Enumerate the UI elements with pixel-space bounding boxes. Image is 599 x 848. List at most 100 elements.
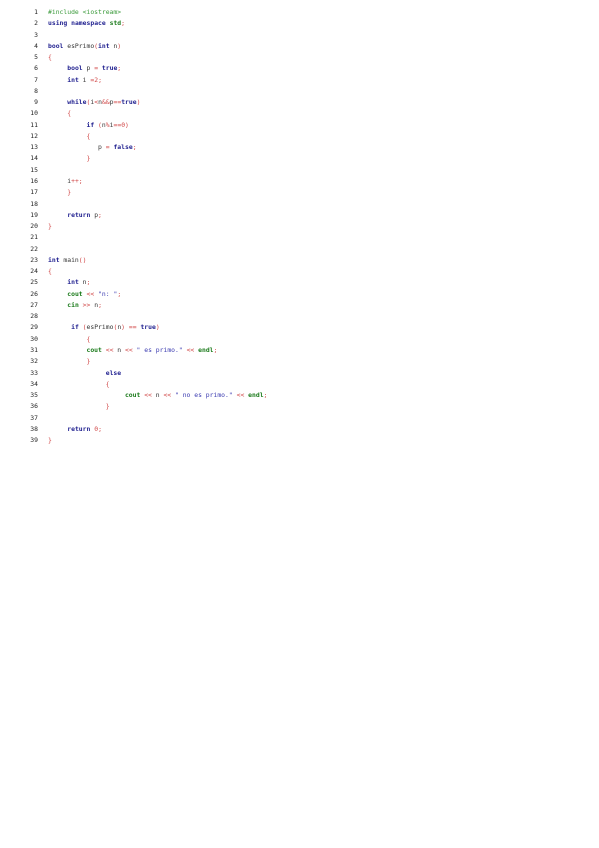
line-number: 22 bbox=[30, 244, 38, 253]
line-number: 6 bbox=[34, 64, 38, 73]
line-number: 31 bbox=[30, 345, 38, 354]
code-line: 32 } bbox=[26, 356, 267, 367]
code-text: int i =2; bbox=[48, 75, 102, 86]
code-token: ) bbox=[125, 120, 129, 129]
code-line: 11 if (n%i==0) bbox=[26, 120, 267, 131]
code-token: false bbox=[113, 143, 133, 152]
line-number: 16 bbox=[30, 176, 38, 185]
code-line: 27 cin >> n; bbox=[26, 300, 267, 311]
code-text: bool esPrimo(int n) bbox=[48, 41, 121, 52]
code-line: 30 { bbox=[26, 334, 267, 345]
code-token: true bbox=[101, 64, 118, 73]
code-token: cin bbox=[67, 300, 79, 309]
code-token: p bbox=[82, 64, 95, 73]
code-token: n bbox=[151, 391, 164, 400]
code-token: && bbox=[101, 98, 110, 107]
code-line: 22 bbox=[26, 244, 267, 255]
code-line: 8 bbox=[26, 86, 267, 97]
code-text: { bbox=[48, 131, 90, 142]
code-text: cout << n << " es primo." << endl; bbox=[48, 345, 217, 356]
code-token: n bbox=[113, 345, 125, 354]
line-number: 4 bbox=[34, 41, 38, 50]
code-text: else bbox=[48, 368, 121, 379]
code-text: } bbox=[48, 435, 52, 446]
code-token: " no es primo." bbox=[175, 391, 233, 400]
line-number: 33 bbox=[30, 368, 38, 377]
code-token: ; bbox=[263, 391, 268, 400]
code-line: 12 { bbox=[26, 131, 267, 142]
line-number: 10 bbox=[30, 109, 38, 118]
code-token: int bbox=[98, 41, 110, 50]
line-number: 1 bbox=[34, 8, 38, 16]
code-line: 31 cout << n << " es primo." << endl; bbox=[26, 345, 267, 356]
code-line: 29 if (esPrimo(n) == true) bbox=[26, 322, 267, 333]
code-token: } bbox=[86, 154, 91, 163]
code-token: ; bbox=[98, 75, 102, 84]
code-token: } bbox=[48, 222, 52, 231]
code-text: cout << "n: "; bbox=[48, 289, 121, 300]
code-text: { bbox=[48, 266, 52, 277]
code-token: { bbox=[105, 379, 110, 388]
code-line: 19 return p; bbox=[26, 210, 267, 221]
code-line: 34 { bbox=[26, 379, 267, 390]
code-line: 4 bool esPrimo(int n) bbox=[26, 41, 267, 52]
line-number: 5 bbox=[34, 53, 38, 62]
code-token: } bbox=[48, 436, 52, 445]
code-token: namespace bbox=[71, 19, 106, 28]
code-text: cout << n << " no es primo." << endl; bbox=[48, 390, 267, 401]
code-text: if (esPrimo(n) == true) bbox=[48, 322, 160, 333]
code-token: n bbox=[78, 278, 87, 287]
code-token: bool bbox=[48, 41, 64, 50]
code-token: cout bbox=[86, 345, 102, 354]
line-number: 20 bbox=[30, 222, 38, 231]
code-line: 21 bbox=[26, 232, 267, 243]
code-token: } bbox=[86, 357, 91, 366]
code-text: cin >> n; bbox=[48, 300, 102, 311]
code-token: cout bbox=[124, 391, 141, 400]
code-text: } bbox=[48, 153, 90, 164]
code-text: while(i<n&&p==true) bbox=[48, 97, 140, 108]
code-token: endl bbox=[198, 345, 214, 354]
code-token: { bbox=[86, 131, 91, 140]
code-line: 26 cout << "n: "; bbox=[26, 289, 267, 300]
code-text: } bbox=[48, 187, 71, 198]
code-line: 1 #include <iostream> bbox=[26, 7, 267, 18]
code-line: 18 bbox=[26, 199, 267, 210]
line-number: 14 bbox=[30, 154, 38, 163]
line-number: 7 bbox=[34, 75, 38, 84]
code-text: { bbox=[48, 334, 90, 345]
code-token: i bbox=[48, 176, 72, 185]
code-text: return p; bbox=[48, 210, 102, 221]
code-line: 35 cout << n << " no es primo." << endl; bbox=[26, 390, 267, 401]
line-number: 39 bbox=[30, 436, 38, 445]
line-number: 35 bbox=[30, 391, 38, 400]
code-token: ) bbox=[117, 41, 122, 50]
line-number: 15 bbox=[30, 165, 38, 174]
code-token: std bbox=[109, 19, 122, 28]
code-line: 15 bbox=[26, 165, 267, 176]
code-token: { bbox=[86, 334, 91, 343]
line-number: 34 bbox=[30, 379, 38, 388]
code-line: 5{ bbox=[26, 52, 267, 63]
code-token: << bbox=[163, 391, 172, 400]
code-token: p bbox=[48, 143, 106, 152]
code-token: ; bbox=[98, 300, 102, 309]
line-number: 21 bbox=[30, 233, 38, 242]
line-number: 17 bbox=[30, 188, 38, 197]
code-line: 25 int n; bbox=[26, 277, 267, 288]
